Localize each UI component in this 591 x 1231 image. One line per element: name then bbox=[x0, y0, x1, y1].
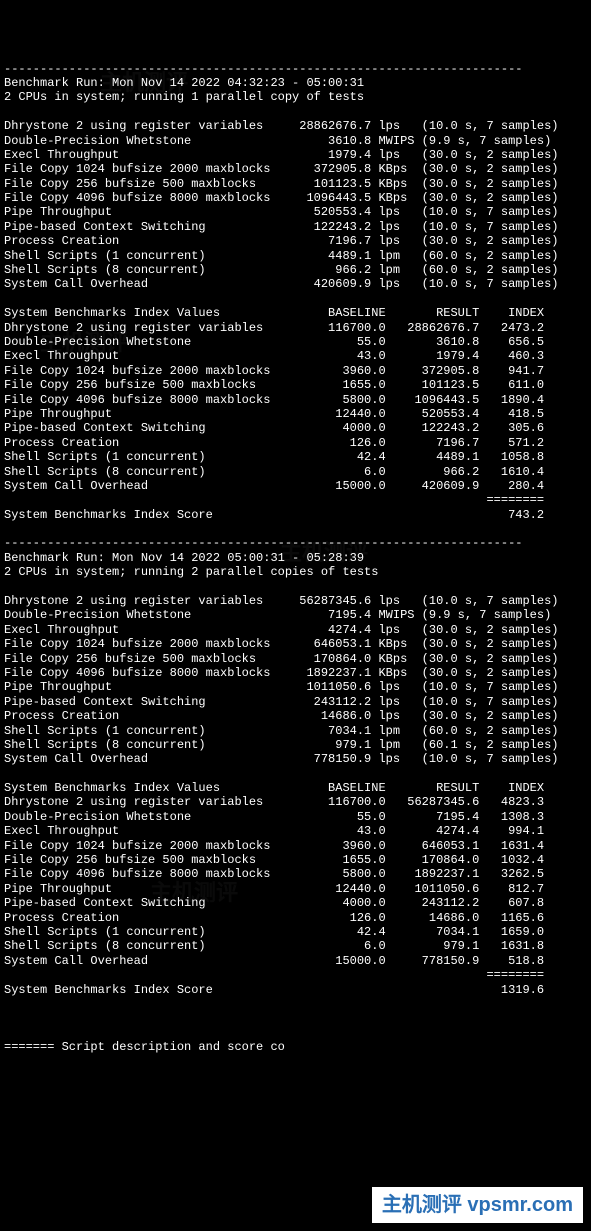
terminal-output: ----------------------------------------… bbox=[4, 62, 587, 1055]
watermark-badge: 主机测评 vpsmr.com bbox=[372, 1187, 583, 1223]
